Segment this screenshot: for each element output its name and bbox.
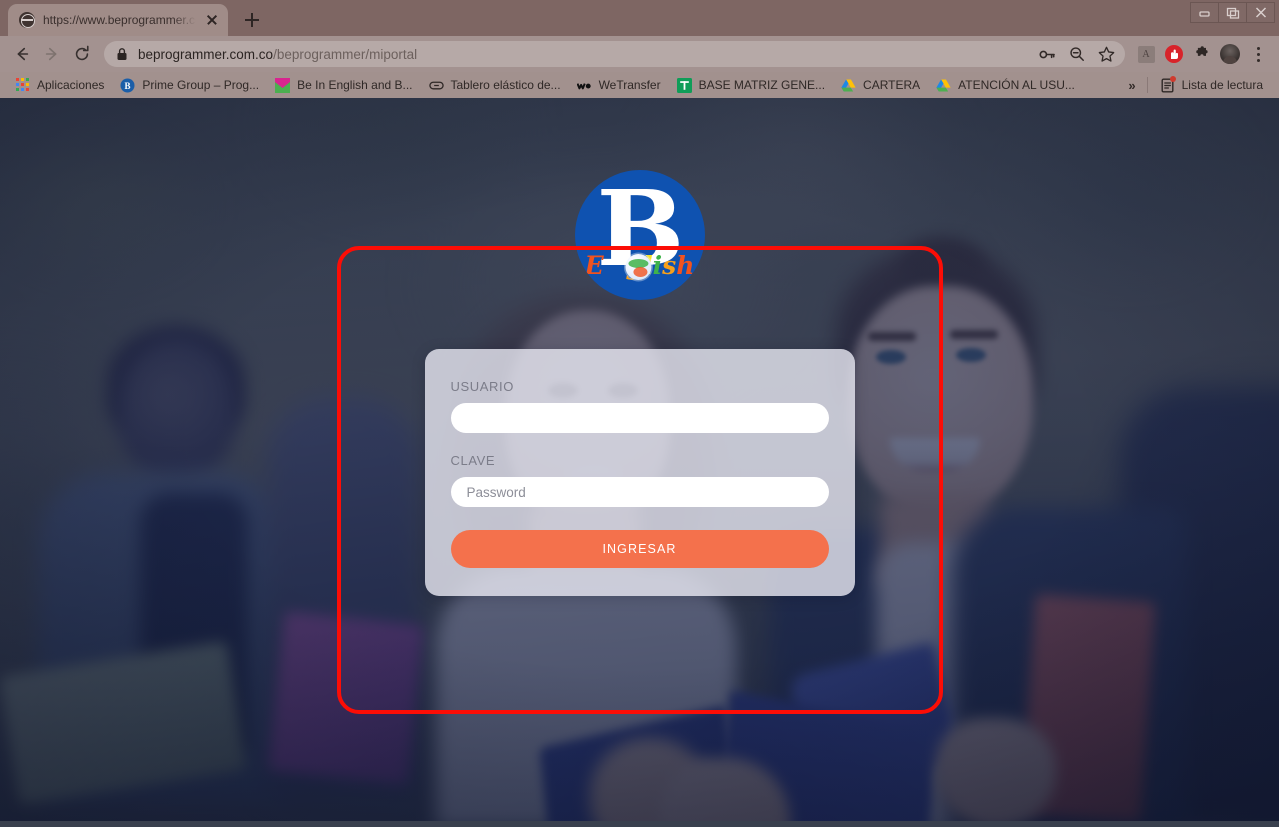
bookmark-label: ATENCIÓN AL USU... [958,78,1075,92]
close-icon[interactable] [1246,2,1275,23]
url-path: /beprogrammer/miportal [273,46,418,62]
reading-list-label: Lista de lectura [1181,78,1263,92]
google-drive-icon [936,78,951,93]
url-text: beprogrammer.com.co/beprogrammer/miporta… [138,47,1029,62]
ingresar-button[interactable]: INGRESAR [450,530,829,568]
zoom-out-icon[interactable] [1069,46,1085,62]
globe-icon [624,254,651,280]
forward-arrow-icon[interactable] [38,40,66,68]
be-in-english-icon [275,77,291,93]
bookmark-tablero-elastico[interactable]: Tablero elástico de... [421,75,569,96]
clave-input[interactable] [450,477,829,507]
svg-text:B: B [125,81,131,91]
tab-strip: https://www.beprogrammer.com [0,0,1279,36]
bookmarks-bar: Aplicaciones B Prime Group – Prog... Be … [0,72,1279,98]
minimize-icon[interactable] [1190,2,1219,23]
reading-list-badge [1169,75,1176,82]
bookmark-base-matriz[interactable]: BASE MATRIZ GENE... [669,75,833,96]
bookmark-label: Prime Group – Prog... [142,78,260,92]
browser-tab[interactable]: https://www.beprogrammer.com [8,4,228,36]
bookmark-label: Tablero elástico de... [450,78,561,92]
globe-icon [19,12,35,28]
bookmark-cartera[interactable]: CARTERA [833,75,928,96]
window-controls [1190,2,1275,23]
bookmark-label: Be In English and B... [297,78,413,92]
google-sheets-icon [676,77,692,93]
reload-icon[interactable] [68,40,96,68]
new-tab-button[interactable] [238,6,266,34]
viewport-bottom-strip [0,821,1279,827]
url-domain: beprogrammer.com.co [138,46,274,62]
bookmark-label: BASE MATRIZ GENE... [698,78,826,92]
tab-title: https://www.beprogrammer.com [43,13,196,27]
bookmark-label: CARTERA [863,78,921,92]
lock-icon [116,47,128,61]
bookmarks-overflow-button[interactable]: » [1121,76,1142,95]
clave-label: CLAVE [450,453,496,468]
opera-extension-icon[interactable] [1161,41,1187,67]
browser-window: https://www.beprogrammer.com beprogramme… [0,0,1279,827]
bookmark-aplicaciones[interactable]: Aplicaciones [8,75,112,95]
adobe-acrobat-extension-icon[interactable]: A [1133,41,1159,67]
usuario-input[interactable] [450,403,829,433]
address-bar[interactable]: beprogrammer.com.co/beprogrammer/miporta… [104,41,1125,67]
login-container: B Eglish USUARIO CLAVE INGRESAR [0,98,1279,596]
bookmark-label: Aplicaciones [37,78,105,92]
reading-list-button[interactable]: Lista de lectura [1152,75,1271,96]
reading-list-icon [1160,75,1176,93]
close-icon[interactable] [204,12,220,28]
bookmark-prime-group[interactable]: B Prime Group – Prog... [112,75,267,96]
bookmarks-divider [1146,77,1148,93]
profile-avatar-icon[interactable] [1217,41,1243,67]
star-icon[interactable] [1098,46,1115,62]
restore-icon[interactable] [1218,2,1247,23]
key-icon[interactable] [1039,47,1056,62]
chrome-menu-icon[interactable] [1245,41,1271,67]
apps-grid-icon [16,78,30,92]
be-english-logo: B Eglish [574,170,705,300]
bookmark-atencion-al-usuario[interactable]: ATENCIÓN AL USU... [928,75,1083,96]
prime-group-icon: B [120,78,135,93]
bookmark-be-in-english[interactable]: Be In English and B... [267,75,420,96]
omnibox-icons [1039,46,1115,62]
link-icon [428,78,444,93]
back-arrow-icon[interactable] [8,40,36,68]
usuario-label: USUARIO [450,379,514,394]
bookmark-label: WeTransfer [598,78,661,92]
browser-toolbar: beprogrammer.com.co/beprogrammer/miporta… [0,36,1279,72]
login-card: USUARIO CLAVE INGRESAR [424,349,855,596]
extensions-puzzle-icon[interactable] [1189,41,1215,67]
wetransfer-icon [576,78,592,93]
google-drive-icon [841,78,856,93]
page-viewport: B Eglish USUARIO CLAVE INGRESAR [0,98,1279,827]
bookmark-wetransfer[interactable]: WeTransfer [569,75,669,96]
